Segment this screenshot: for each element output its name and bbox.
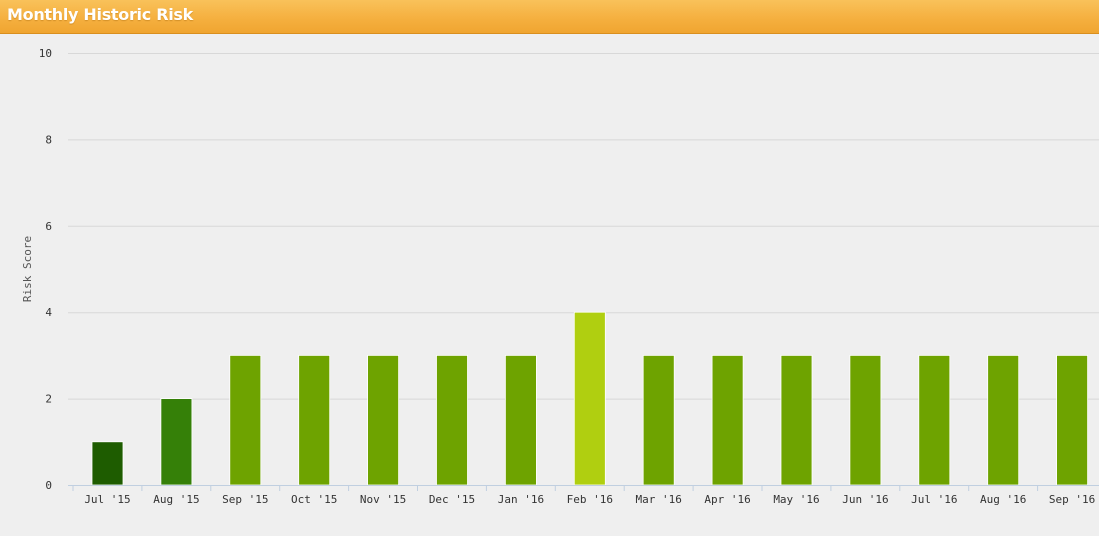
x-tick-label: Aug '16 bbox=[980, 493, 1026, 506]
bar-10 bbox=[780, 354, 813, 486]
bar-9 bbox=[711, 354, 744, 486]
y-tick-label: 8 bbox=[45, 133, 52, 146]
x-tick-label: Sep '16 bbox=[1049, 493, 1095, 506]
bar-11 bbox=[849, 354, 882, 486]
x-tick-label: Jul '15 bbox=[84, 493, 130, 506]
bar-7 bbox=[573, 311, 606, 486]
x-tick-label: Nov '15 bbox=[360, 493, 406, 506]
bars bbox=[91, 311, 1088, 486]
y-axis-ticks: 0 2 4 6 8 10 bbox=[39, 47, 53, 492]
y-tick-label: 6 bbox=[45, 220, 52, 233]
x-tick-label: May '16 bbox=[773, 493, 819, 506]
x-tick-label: Dec '15 bbox=[429, 493, 475, 506]
bar-12 bbox=[918, 354, 951, 486]
x-tick-label: Aug '15 bbox=[153, 493, 199, 506]
x-tick-label: Jul '16 bbox=[911, 493, 957, 506]
x-axis-ticks: Jul '15 Aug '15 Sep '15 Oct '15 Nov '15 Dec '… bbox=[72, 485, 1095, 506]
bar-14 bbox=[1056, 354, 1088, 486]
y-tick-label: 0 bbox=[45, 479, 52, 492]
y-tick-label: 10 bbox=[39, 47, 52, 60]
bar-6 bbox=[504, 354, 537, 486]
y-tick-label: 4 bbox=[45, 306, 52, 319]
bar-1 bbox=[160, 398, 193, 486]
x-tick-label: Jan '16 bbox=[498, 493, 544, 506]
bar-0 bbox=[91, 441, 124, 486]
risk-bar-chart: 0 2 4 6 8 10 Risk Score Jul '15 Aug '15 Sep '15… bbox=[21, 47, 1099, 506]
bar-8 bbox=[642, 354, 675, 486]
x-tick-label: Oct '15 bbox=[291, 493, 337, 506]
bar-5 bbox=[436, 354, 468, 486]
y-tick-label: 2 bbox=[45, 393, 52, 406]
bar-4 bbox=[367, 354, 400, 486]
x-tick-label: Jun '16 bbox=[842, 493, 888, 506]
x-tick-label: Apr '16 bbox=[704, 493, 750, 506]
bar-13 bbox=[987, 354, 1020, 486]
bar-2 bbox=[229, 354, 262, 486]
chart-panel: Monthly Historic Risk 0 2 4 6 8 10 Risk Score… bbox=[0, 0, 1099, 536]
bar-3 bbox=[298, 354, 331, 486]
x-tick-label: Feb '16 bbox=[567, 493, 613, 506]
y-axis-title: Risk Score bbox=[21, 236, 34, 302]
x-tick-label: Mar '16 bbox=[636, 493, 682, 506]
x-tick-label: Sep '15 bbox=[222, 493, 268, 506]
